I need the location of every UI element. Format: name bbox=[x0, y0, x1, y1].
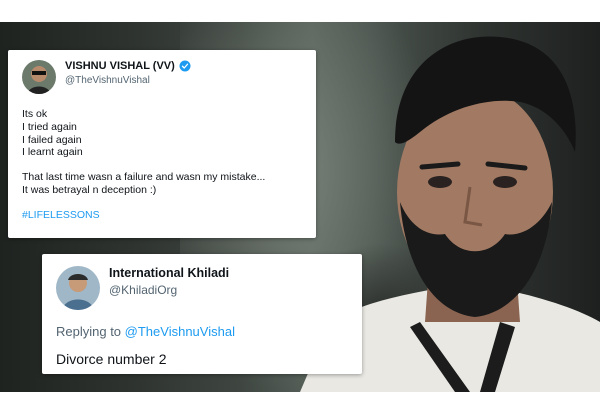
photo-background: VISHNU VISHAL (VV) @TheVishnuVishal Its … bbox=[0, 22, 600, 392]
tweet-line: I failed again bbox=[22, 133, 82, 146]
hashtag-link[interactable]: #LIFELESSONS bbox=[22, 209, 302, 221]
user-handle[interactable]: @TheVishnuVishal bbox=[65, 75, 191, 86]
tweet-header: International Khiladi @KhiladiOrg bbox=[56, 266, 348, 310]
avatar[interactable] bbox=[56, 266, 100, 310]
tweet-line: It was betrayal n deception :) bbox=[22, 183, 157, 196]
display-name[interactable]: International Khiladi bbox=[109, 266, 229, 280]
reply-text: Divorce number 2 bbox=[56, 351, 167, 367]
replying-label: Replying to bbox=[56, 324, 122, 339]
display-name-text[interactable]: VISHNU VISHAL (VV) bbox=[65, 60, 175, 72]
replying-to-line: Replying to @TheVishnuVishal bbox=[56, 324, 348, 339]
tweet-card-vishnu[interactable]: VISHNU VISHAL (VV) @TheVishnuVishal Its … bbox=[8, 50, 316, 238]
mention-link[interactable]: @TheVishnuVishal bbox=[125, 324, 235, 339]
tweet-line: I learnt again bbox=[22, 146, 83, 159]
user-handle[interactable]: @KhiladiOrg bbox=[109, 283, 229, 297]
avatar[interactable] bbox=[22, 60, 56, 94]
tweet-header: VISHNU VISHAL (VV) @TheVishnuVishal bbox=[22, 60, 302, 94]
tweet-line: That last time wasn a failure and wasn m… bbox=[22, 171, 266, 184]
display-name[interactable]: VISHNU VISHAL (VV) bbox=[65, 60, 191, 72]
tweet-line: Its ok bbox=[22, 108, 48, 120]
tweet-line: I tried again bbox=[22, 120, 77, 133]
tweet-card-khiladi[interactable]: International Khiladi @KhiladiOrg Replyi… bbox=[42, 254, 362, 374]
tweet-body: Its ok I tried again I failed again I le… bbox=[22, 108, 302, 197]
verified-badge-icon bbox=[179, 60, 191, 72]
